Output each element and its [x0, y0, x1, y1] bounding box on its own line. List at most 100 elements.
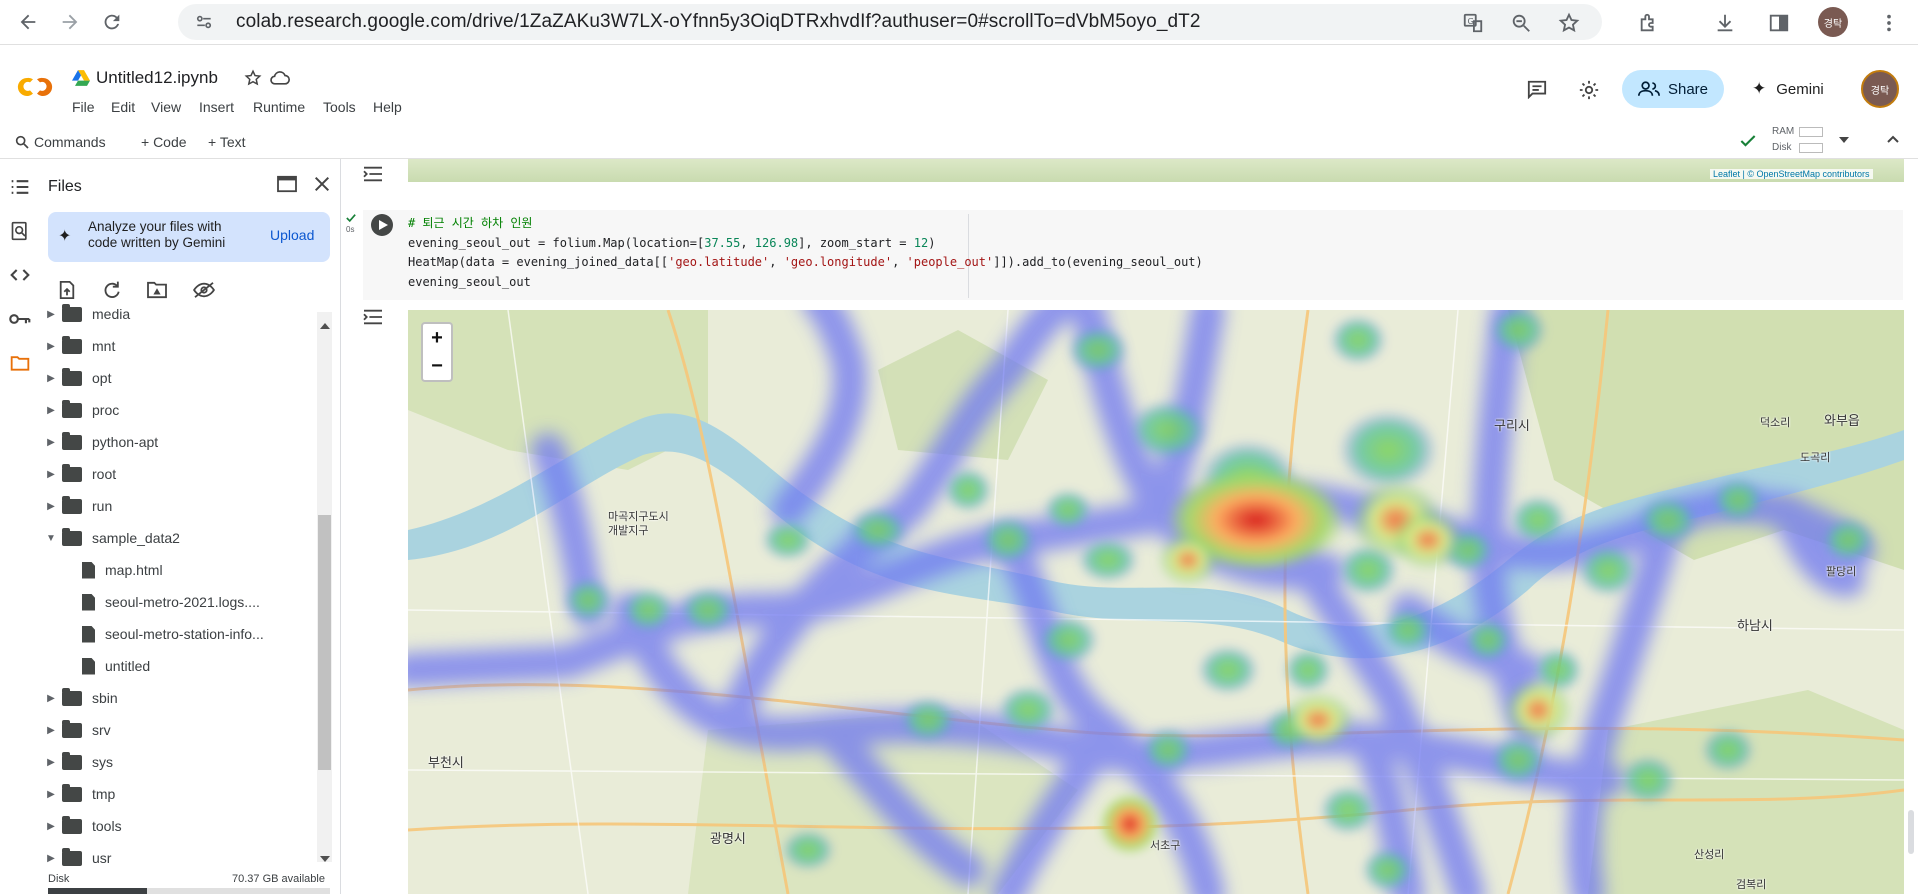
- chevron-right-icon[interactable]: ▶: [40, 309, 62, 320]
- menu-insert[interactable]: Insert: [199, 99, 234, 115]
- download-icon[interactable]: [1712, 10, 1738, 36]
- add-text-button[interactable]: + Text: [208, 134, 246, 150]
- folder-item[interactable]: ▶ mnt: [40, 330, 315, 362]
- chevron-right-icon[interactable]: ▶: [40, 821, 62, 832]
- ram-meter[interactable]: [1799, 127, 1823, 137]
- menu-help[interactable]: Help: [373, 99, 402, 115]
- notebook-toolbar: [0, 128, 1918, 159]
- code-editor[interactable]: # 퇴근 시간 하차 인원 evening_seoul_out = folium…: [408, 214, 1203, 292]
- chevron-right-icon[interactable]: ▶: [40, 789, 62, 800]
- folder-item[interactable]: ▶ sbin: [40, 682, 315, 714]
- heatmap-output[interactable]: [408, 310, 1904, 894]
- menu-tools[interactable]: Tools: [323, 99, 356, 115]
- folder-item[interactable]: ▶ proc: [40, 394, 315, 426]
- colab-logo[interactable]: [14, 74, 56, 103]
- collapse-chevron-icon[interactable]: [1886, 132, 1900, 149]
- folder-item[interactable]: ▶ srv: [40, 714, 315, 746]
- disk-usage-bar: [48, 888, 330, 894]
- chevron-right-icon[interactable]: ▶: [40, 725, 62, 736]
- chevron-right-icon[interactable]: ▶: [40, 693, 62, 704]
- folder-item[interactable]: ▶ run: [40, 490, 315, 522]
- file-item[interactable]: seoul-metro-2021.logs....: [40, 586, 315, 618]
- file-item[interactable]: untitled: [40, 650, 315, 682]
- star-icon[interactable]: [244, 69, 262, 90]
- code-string: 'people_out': [906, 255, 994, 269]
- execution-time: 0s: [346, 225, 355, 234]
- commands-button[interactable]: Commands: [34, 134, 106, 150]
- chevron-right-icon[interactable]: ▶: [40, 501, 62, 512]
- code-snippets-icon[interactable]: [8, 263, 32, 287]
- secrets-key-icon[interactable]: [8, 307, 32, 331]
- extensions-icon[interactable]: [1636, 10, 1662, 36]
- previous-map-attribution[interactable]: Leaflet | © OpenStreetMap contributors: [1710, 169, 1873, 179]
- notebook-title[interactable]: Untitled12.ipynb: [96, 68, 218, 88]
- folder-item[interactable]: ▶ root: [40, 458, 315, 490]
- cloud-icon[interactable]: [270, 70, 290, 89]
- folder-item[interactable]: ▼ sample_data2: [40, 522, 315, 554]
- site-info-icon[interactable]: [194, 12, 214, 35]
- code-token: evening_seoul_out: [408, 274, 531, 289]
- output-toggle-icon[interactable]: [362, 165, 384, 186]
- heatmap-canvas[interactable]: [408, 310, 1904, 894]
- code-token: HeatMap(data = evening_joined_data[[: [408, 255, 669, 269]
- add-code-button[interactable]: + Code: [141, 134, 187, 150]
- map-label-deokso: 덕소리: [1760, 417, 1791, 429]
- chevron-right-icon[interactable]: ▶: [40, 341, 62, 352]
- code-token: ], zoom_start =: [798, 235, 914, 250]
- browser-avatar[interactable]: 경탁: [1818, 7, 1848, 37]
- side-panel-icon[interactable]: [1766, 10, 1792, 36]
- folder-item[interactable]: ▶ python-apt: [40, 426, 315, 458]
- chevron-right-icon[interactable]: ▶: [40, 437, 62, 448]
- files-folder-icon[interactable]: [8, 351, 32, 375]
- find-replace-icon[interactable]: [8, 219, 32, 243]
- upload-button[interactable]: Upload: [270, 227, 314, 243]
- runtime-dropdown-icon[interactable]: [1838, 134, 1850, 149]
- settings-gear-icon[interactable]: [1578, 79, 1600, 104]
- more-vert-icon[interactable]: [1876, 10, 1902, 36]
- run-cell-button[interactable]: [371, 214, 393, 236]
- folder-item[interactable]: ▶ usr: [40, 842, 315, 874]
- table-of-contents-icon[interactable]: [8, 175, 32, 199]
- open-in-new-window-icon[interactable]: [276, 175, 298, 196]
- map-zoom-out-button[interactable]: −: [421, 352, 453, 382]
- code-number: 37.55: [704, 235, 741, 250]
- file-tree-scrollbar-thumb[interactable]: [318, 515, 331, 770]
- notebook-scrollbar-thumb[interactable]: [1908, 810, 1914, 854]
- zoom-icon[interactable]: [1508, 10, 1534, 36]
- disk-meter[interactable]: [1799, 143, 1823, 153]
- chevron-right-icon[interactable]: ▶: [40, 853, 62, 864]
- gemini-button[interactable]: ✦ Gemini: [1752, 79, 1824, 99]
- previous-map-output[interactable]: [408, 159, 1904, 182]
- search-icon[interactable]: [14, 134, 30, 153]
- expand-more-icon[interactable]: ▼: [40, 533, 62, 544]
- reload-icon[interactable]: [100, 10, 124, 34]
- scroll-up-arrow-icon[interactable]: [320, 318, 330, 333]
- folder-item[interactable]: ▶ media: [40, 298, 315, 330]
- folder-item[interactable]: ▶ sys: [40, 746, 315, 778]
- file-item[interactable]: seoul-metro-station-info...: [40, 618, 315, 650]
- menu-file[interactable]: File: [72, 99, 95, 115]
- menu-edit[interactable]: Edit: [111, 99, 135, 115]
- menu-view[interactable]: View: [151, 99, 181, 115]
- forward-icon[interactable]: [58, 10, 82, 34]
- account-avatar[interactable]: 경탁: [1861, 70, 1899, 108]
- scroll-down-arrow-icon[interactable]: [320, 851, 330, 866]
- chevron-right-icon[interactable]: ▶: [40, 405, 62, 416]
- chevron-right-icon[interactable]: ▶: [40, 469, 62, 480]
- url-text[interactable]: colab.research.google.com/drive/1ZaZAKu3…: [236, 11, 1201, 33]
- chevron-right-icon[interactable]: ▶: [40, 757, 62, 768]
- map-zoom-in-button[interactable]: +: [421, 322, 453, 353]
- menu-runtime[interactable]: Runtime: [253, 99, 305, 115]
- share-button[interactable]: Share: [1622, 70, 1724, 108]
- folder-item[interactable]: ▶ opt: [40, 362, 315, 394]
- file-item[interactable]: map.html: [40, 554, 315, 586]
- folder-item[interactable]: ▶ tools: [40, 810, 315, 842]
- close-panel-icon[interactable]: [313, 175, 331, 196]
- output-toggle-icon[interactable]: [362, 308, 384, 329]
- back-icon[interactable]: [16, 10, 40, 34]
- comment-icon[interactable]: [1526, 79, 1548, 102]
- bookmark-star-icon[interactable]: [1556, 10, 1582, 36]
- folder-item[interactable]: ▶ tmp: [40, 778, 315, 810]
- translate-icon[interactable]: G: [1460, 10, 1486, 36]
- chevron-right-icon[interactable]: ▶: [40, 373, 62, 384]
